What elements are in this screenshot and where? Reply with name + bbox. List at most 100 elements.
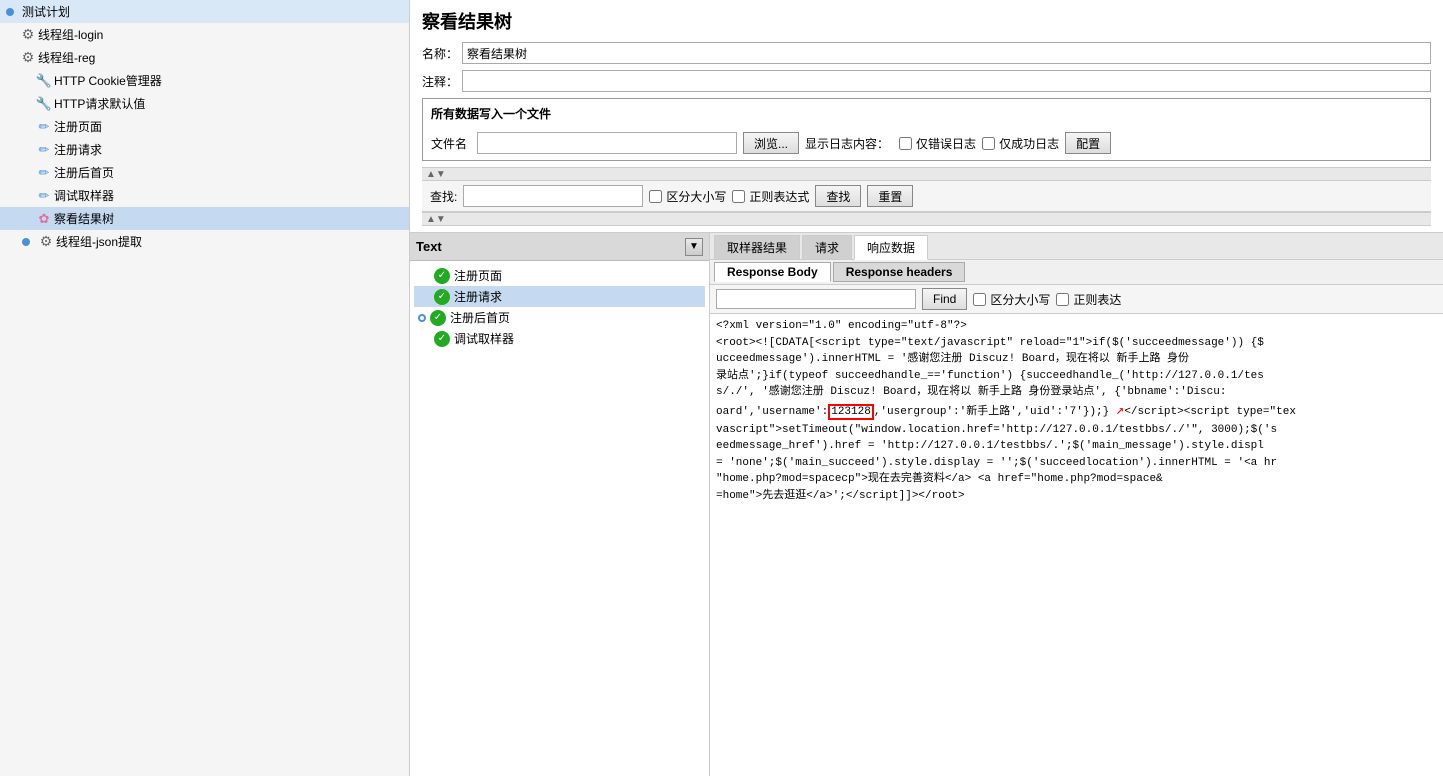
tree-item-http-defaults[interactable]: 🔧 HTTP请求默认值 xyxy=(0,92,409,115)
content-pane: 取样器结果 请求 响应数据 Response Body Response hea… xyxy=(710,233,1443,776)
result-label: 注册后首页 xyxy=(450,309,510,326)
gear-icon: ⚙ xyxy=(38,234,54,250)
case-sensitive-checkbox[interactable] xyxy=(649,190,662,203)
tree-item-view-results[interactable]: ✿ 察看结果树 xyxy=(0,207,409,230)
pencil-icon: ✏ xyxy=(36,165,52,181)
wrench-icon: 🔧 xyxy=(36,96,52,112)
regex-checkbox[interactable] xyxy=(732,190,745,203)
tree-item-thread-json[interactable]: ⚙ 线程组-json提取 xyxy=(0,230,409,253)
find-input[interactable] xyxy=(463,185,643,207)
result-item-reg-request[interactable]: ✓ 注册请求 xyxy=(414,286,705,307)
tree-item-reg-home[interactable]: ✏ 注册后首页 xyxy=(0,161,409,184)
tab-sampler-result[interactable]: 取样器结果 xyxy=(714,235,800,259)
browse-button[interactable]: 浏览... xyxy=(743,132,799,154)
tree-item-reg-request[interactable]: ✏ 注册请求 xyxy=(0,138,409,161)
success-icon: ✓ xyxy=(434,289,450,305)
success-log-checkbox-group: 仅成功日志 xyxy=(982,135,1059,152)
left-tree-panel: 测试计划 ⚙ 线程组-login ⚙ 线程组-reg 🔧 HTTP Cookie… xyxy=(0,0,410,776)
right-panel: 察看结果树 名称： 注释： 所有数据写入一个文件 文件名 浏览... 显示日志内… xyxy=(410,0,1443,776)
tab-bar: 取样器结果 请求 响应数据 xyxy=(710,233,1443,260)
name-label: 名称： xyxy=(422,45,462,62)
case-sensitive-group: 区分大小写 xyxy=(649,188,726,205)
tree-label: 调试取样器 xyxy=(54,187,114,204)
find-button[interactable]: 查找 xyxy=(815,185,861,207)
response-text: <?xml version="1.0" encoding="utf-8"?> <… xyxy=(716,320,1296,502)
comment-input[interactable] xyxy=(462,70,1431,92)
error-log-checkbox-group: 仅错误日志 xyxy=(899,135,976,152)
result-item-reg-home[interactable]: ✓ 注册后首页 xyxy=(414,307,705,328)
content-regex-checkbox[interactable] xyxy=(1056,293,1069,306)
tree-label: 测试计划 xyxy=(22,3,70,20)
error-log-checkbox[interactable] xyxy=(899,137,912,150)
header-section: 察看结果树 名称： 注释： 所有数据写入一个文件 文件名 浏览... 显示日志内… xyxy=(410,0,1443,233)
tree-item-thread-reg[interactable]: ⚙ 线程组-reg xyxy=(0,46,409,69)
tree-label: 察看结果树 xyxy=(54,210,114,227)
reset-button[interactable]: 重置 xyxy=(867,185,913,207)
regex-group: 正则表达式 xyxy=(732,188,809,205)
tab-request[interactable]: 请求 xyxy=(802,235,852,259)
pencil-icon: ✏ xyxy=(36,188,52,204)
tree-label: 注册请求 xyxy=(54,141,102,158)
search-row: 查找: 区分大小写 正则表达式 查找 重置 xyxy=(422,181,1431,212)
content-find-button[interactable]: Find xyxy=(922,288,967,310)
success-icon: ✓ xyxy=(430,310,446,326)
sub-tab-bar: Response Body Response headers xyxy=(710,260,1443,285)
success-log-checkbox[interactable] xyxy=(982,137,995,150)
page-title: 察看结果树 xyxy=(422,8,1431,34)
config-button[interactable]: 配置 xyxy=(1065,132,1111,154)
result-label: 注册页面 xyxy=(454,267,502,284)
dot-icon xyxy=(20,234,36,250)
content-search-input[interactable] xyxy=(716,289,916,309)
tree-label: 线程组-json提取 xyxy=(56,233,142,250)
tree-dropdown-button[interactable]: ▼ xyxy=(685,238,703,256)
content-case-group: 区分大小写 xyxy=(973,291,1050,308)
tree-pane-header: Text ▼ xyxy=(410,233,709,261)
file-name-label: 文件名 xyxy=(431,135,467,152)
flower-icon: ✿ xyxy=(36,211,52,227)
tab-response-data[interactable]: 响应数据 xyxy=(854,235,928,260)
name-input[interactable] xyxy=(462,42,1431,64)
tree-item-http-cookie[interactable]: 🔧 HTTP Cookie管理器 xyxy=(0,69,409,92)
success-log-label: 仅成功日志 xyxy=(999,135,1059,152)
result-label: 注册请求 xyxy=(454,288,502,305)
tree-label: HTTP请求默认值 xyxy=(54,95,145,112)
sub-tab-response-headers[interactable]: Response headers xyxy=(833,262,966,282)
find-label: 查找: xyxy=(430,188,457,205)
divider: ▲▼ xyxy=(422,167,1431,181)
tree-item-test-plan[interactable]: 测试计划 xyxy=(0,0,409,23)
response-content-area: <?xml version="1.0" encoding="utf-8"?> <… xyxy=(710,314,1443,776)
tree-item-reg-page[interactable]: ✏ 注册页面 xyxy=(0,115,409,138)
comment-row: 注释： xyxy=(422,70,1431,92)
regex-label: 正则表达式 xyxy=(749,188,809,205)
tree-item-thread-login[interactable]: ⚙ 线程组-login xyxy=(0,23,409,46)
result-item-reg-page[interactable]: ✓ 注册页面 xyxy=(414,265,705,286)
tree-label: 线程组-login xyxy=(38,26,103,43)
content-case-label: 区分大小写 xyxy=(990,291,1050,308)
result-item-debug-sampler[interactable]: ✓ 调试取样器 xyxy=(414,328,705,349)
error-log-label: 仅错误日志 xyxy=(916,135,976,152)
name-row: 名称： xyxy=(422,42,1431,64)
success-icon: ✓ xyxy=(434,268,450,284)
blue-dot-icon xyxy=(418,314,426,322)
tree-item-debug-sampler[interactable]: ✏ 调试取样器 xyxy=(0,184,409,207)
tree-label: 注册页面 xyxy=(54,118,102,135)
content-case-checkbox[interactable] xyxy=(973,293,986,306)
file-name-input[interactable] xyxy=(477,132,737,154)
highlighted-username: 123128 xyxy=(828,404,874,420)
results-tree-pane: Text ▼ ✓ 注册页面 ✓ 注册请求 xyxy=(410,233,710,776)
result-label: 调试取样器 xyxy=(454,330,514,347)
wrench-icon: 🔧 xyxy=(36,73,52,89)
tree-pane-title: Text xyxy=(416,239,685,254)
sub-tab-response-body[interactable]: Response Body xyxy=(714,262,831,282)
bottom-section: Text ▼ ✓ 注册页面 ✓ 注册请求 xyxy=(410,233,1443,776)
tree-label: 线程组-reg xyxy=(38,49,95,66)
success-icon: ✓ xyxy=(434,331,450,347)
divider2: ▲▼ xyxy=(422,212,1431,226)
content-regex-group: 正则表达 xyxy=(1056,291,1121,308)
file-section-title: 所有数据写入一个文件 xyxy=(431,105,1422,122)
gear-icon: ⚙ xyxy=(20,27,36,43)
chevron-down-icon: ▼ xyxy=(689,241,699,252)
dot-icon xyxy=(4,4,20,20)
comment-label: 注释： xyxy=(422,73,462,90)
content-regex-label: 正则表达 xyxy=(1073,291,1121,308)
